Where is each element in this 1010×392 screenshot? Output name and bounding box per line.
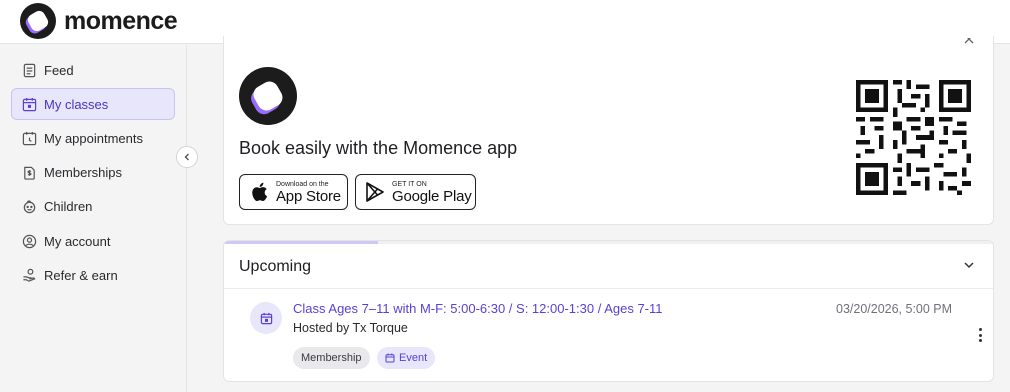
feed-icon <box>21 62 37 78</box>
tag-label: Event <box>399 352 428 364</box>
google-play-label: Google Play <box>392 187 472 205</box>
apple-icon <box>248 180 270 204</box>
progress-fill <box>224 241 379 244</box>
close-icon[interactable] <box>962 34 976 48</box>
loading-progress-bar <box>224 241 993 244</box>
account-icon <box>21 233 37 249</box>
brand-name: momence <box>64 6 178 35</box>
chevron-left-icon <box>184 153 189 161</box>
sidebar-item-children[interactable]: Children <box>11 190 175 222</box>
google-play-button[interactable]: GET IT ON Google Play <box>355 174 476 210</box>
refer-icon <box>21 267 37 283</box>
upcoming-card: Upcoming Class Ages 7–11 with M-F: 5:00-… <box>223 240 994 382</box>
calendar-icon <box>250 302 282 334</box>
sidebar-item-label: Memberships <box>44 164 123 180</box>
sidebar-item-label: Feed <box>44 62 74 78</box>
logo-mark-icon <box>20 3 56 39</box>
google-play-small-text: GET IT ON <box>392 180 427 188</box>
class-host: Hosted by Tx Torque <box>293 321 408 335</box>
membership-icon <box>21 164 37 180</box>
upcoming-title: Upcoming <box>239 258 312 275</box>
sidebar-item-label: Refer & earn <box>44 267 118 283</box>
app-promo-card: Book easily with the Momence app Downloa… <box>223 34 994 225</box>
sidebar-item-memberships[interactable]: Memberships <box>11 156 175 188</box>
tag-label: Membership <box>301 352 362 364</box>
divider <box>224 288 993 289</box>
sidebar: Feed My classes My appointments Membersh… <box>0 45 187 392</box>
class-title-link[interactable]: Class Ages 7–11 with M-F: 5:00-6:30 / S:… <box>293 301 663 316</box>
chevron-down-icon[interactable] <box>962 258 978 274</box>
appointment-icon <box>21 130 37 146</box>
sidebar-collapse-button[interactable] <box>176 146 198 168</box>
sidebar-item-my-classes[interactable]: My classes <box>11 88 175 120</box>
more-options-icon[interactable] <box>976 327 984 343</box>
membership-tag: Membership <box>293 347 370 369</box>
children-icon <box>21 198 37 214</box>
sidebar-item-my-account[interactable]: My account <box>11 225 175 257</box>
calendar-icon <box>21 96 37 112</box>
sidebar-item-label: My classes <box>44 96 109 112</box>
sidebar-item-label: Children <box>44 198 93 214</box>
sidebar-item-feed[interactable]: Feed <box>11 54 175 86</box>
app-store-small-text: Download on the <box>276 180 329 188</box>
class-datetime: 03/20/2026, 5:00 PM <box>836 302 953 316</box>
sidebar-item-label: My account <box>44 233 111 249</box>
qr-code-icon <box>856 80 971 195</box>
google-play-icon <box>364 180 386 204</box>
sidebar-item-my-appointments[interactable]: My appointments <box>11 122 175 154</box>
sidebar-item-refer-earn[interactable]: Refer & earn <box>11 259 175 291</box>
app-store-button[interactable]: Download on the App Store <box>239 174 348 210</box>
event-tag: Event <box>377 347 436 369</box>
calendar-icon <box>385 353 395 363</box>
app-promo-title: Book easily with the Momence app <box>239 138 518 158</box>
momence-logo[interactable]: momence <box>20 3 178 39</box>
app-logo-icon <box>239 67 297 125</box>
app-store-label: App Store <box>276 187 341 205</box>
sidebar-item-label: My appointments <box>44 130 143 146</box>
